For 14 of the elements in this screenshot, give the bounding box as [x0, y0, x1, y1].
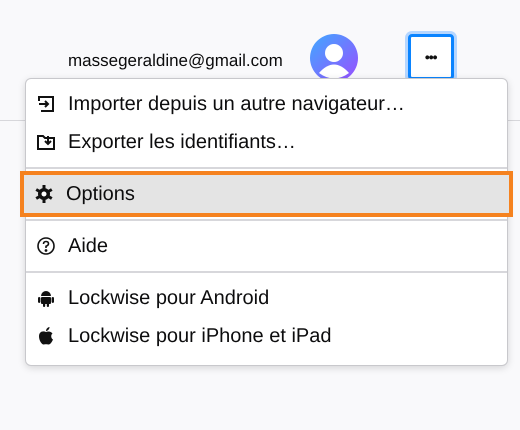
menu-item[interactable]: Options: [24, 175, 509, 213]
android-icon: [36, 288, 56, 308]
import-icon: [36, 94, 56, 114]
apple-icon: [36, 326, 56, 346]
menu-item[interactable]: Lockwise pour iPhone et iPad: [26, 317, 507, 355]
menu-item[interactable]: Exporter les identifiants…: [26, 123, 507, 161]
menu-item[interactable]: Aide: [26, 227, 507, 265]
menu-item[interactable]: Lockwise pour Android: [26, 279, 507, 317]
menu-item[interactable]: Importer depuis un autre navigateur…: [26, 85, 507, 123]
settings-icon: [34, 184, 54, 204]
more-button[interactable]: •••: [408, 34, 454, 80]
export-icon: [36, 132, 56, 152]
help-icon: [36, 236, 56, 256]
account-email: massegeraldine@gmail.com: [68, 51, 283, 71]
